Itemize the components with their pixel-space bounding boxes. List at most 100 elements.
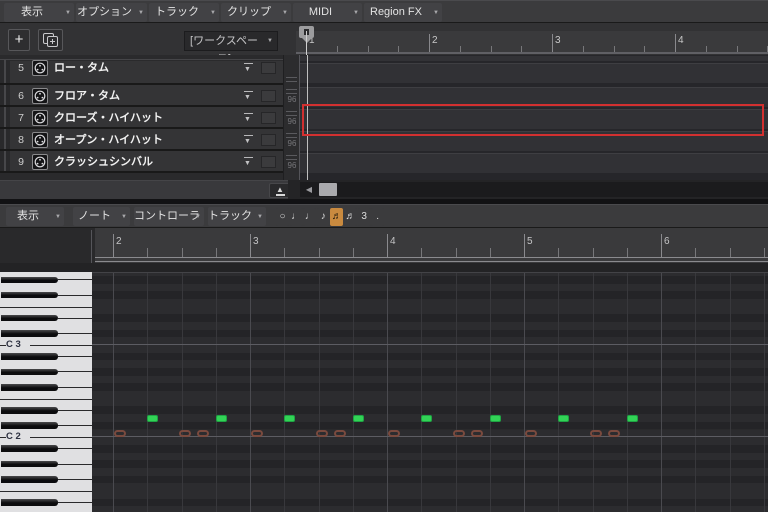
grid-row-stripe	[92, 352, 768, 361]
midi-note[interactable]	[490, 414, 501, 422]
add-track-button[interactable]: +	[8, 29, 30, 51]
menu-item-1[interactable]: 表示 ▼	[4, 3, 74, 22]
workspace-selector[interactable]: [ワークスペース] ▼	[184, 31, 278, 65]
beat-gridline	[147, 272, 149, 512]
timeline-ruler[interactable]: 1234	[296, 31, 768, 54]
track-row-9[interactable]: 9 クラッシュシンバル ▼	[10, 151, 283, 173]
black-key	[1, 353, 58, 360]
hscroll-thumb[interactable]	[319, 183, 337, 196]
beat-tick	[398, 46, 400, 52]
meter-tick	[286, 155, 297, 156]
ghost-midi-note[interactable]	[114, 429, 126, 438]
track-row-8[interactable]: 8 オープン・ハイハット ▼	[10, 129, 283, 151]
track-icon-box	[32, 88, 48, 104]
pr-menu-item-1[interactable]: 表示 ▼	[6, 207, 64, 226]
ghost-midi-note[interactable]	[179, 429, 191, 438]
track-slot[interactable]	[261, 112, 276, 124]
half-note-button[interactable]: ♩	[289, 208, 303, 226]
clip-lane-track-9[interactable]	[300, 153, 768, 173]
meter-value: 96	[287, 161, 297, 170]
quarter-note-button[interactable]: ♩	[303, 208, 317, 226]
menu-item-2[interactable]: オプション ▼	[76, 3, 147, 22]
piano-roll-ruler[interactable]: 2 3 4 5 6	[95, 228, 768, 263]
ghost-midi-note[interactable]	[388, 429, 400, 438]
piano-roll-grid[interactable]	[92, 272, 768, 512]
piano-keyboard[interactable]: C 2 C 3	[0, 272, 92, 512]
track-icon-box	[32, 154, 48, 170]
midi-note[interactable]	[216, 414, 227, 422]
grid-row-stripe	[92, 506, 768, 512]
midi-note[interactable]	[147, 414, 158, 422]
whole-note-button[interactable]: ○	[276, 208, 289, 226]
pr-menu-item-3[interactable]: コントローラ ▼	[134, 207, 204, 226]
track-pane-top-border	[0, 55, 283, 60]
track-row-5[interactable]: 5 ロー・タム ▼	[10, 60, 283, 85]
track-slot[interactable]	[261, 62, 276, 74]
menu-item-3[interactable]: トラック ▼	[149, 3, 219, 22]
ghost-midi-note[interactable]	[608, 429, 620, 438]
sixteenth-note-button[interactable]: ♬	[330, 208, 344, 226]
track-expand-widget[interactable]: ▼	[243, 112, 255, 125]
chevron-down-icon: ▼	[244, 116, 251, 123]
track-slot[interactable]	[261, 90, 276, 102]
ghost-midi-note[interactable]	[453, 429, 465, 438]
track-expand-widget[interactable]: ▼	[243, 90, 255, 103]
clip-lane-track-5[interactable]	[300, 63, 768, 83]
ghost-midi-note[interactable]	[525, 429, 537, 438]
track-row-7[interactable]: 7 クローズ・ハイハット ▼	[10, 107, 283, 129]
pr-menu-item-2[interactable]: ノート ▼	[73, 207, 130, 226]
black-key	[1, 384, 58, 391]
chevron-down-icon: ▼	[282, 10, 288, 16]
beat-gridline	[421, 272, 423, 512]
triplet-button[interactable]: 3	[357, 208, 371, 226]
midi-note[interactable]	[353, 414, 364, 422]
midi-note[interactable]	[421, 414, 432, 422]
grid-row-stripe	[92, 467, 768, 476]
insert-track-template-button[interactable]	[38, 29, 63, 51]
midi-note[interactable]	[558, 414, 569, 422]
measure-number: 6	[664, 236, 670, 247]
thirty-second-note-button[interactable]: ♬	[344, 208, 357, 226]
clips-pane[interactable]	[300, 55, 768, 180]
octave-gridline	[92, 436, 768, 438]
ghost-midi-note[interactable]	[197, 429, 209, 438]
track-name: オープン・ハイハット	[54, 134, 163, 146]
track-row-6[interactable]: 6 フロア・タム ▼	[10, 85, 283, 107]
track-slot[interactable]	[261, 156, 276, 168]
midi-note[interactable]	[284, 414, 295, 422]
ghost-midi-note[interactable]	[251, 429, 263, 438]
chevron-down-icon: ▼	[244, 94, 251, 101]
meter-tick	[286, 133, 297, 134]
piano-roll-menubar: 表示 ▼ ノート ▼ コントローラ ▼ トラック ▼ ○ ♩ ♩ ♪ ♬ ♬ 3.	[0, 204, 768, 228]
track-list-scroll-thumb[interactable]	[4, 59, 6, 171]
track-expand-widget[interactable]: ▼	[243, 62, 255, 75]
track-slot[interactable]	[261, 134, 276, 146]
white-key-separator	[58, 463, 92, 465]
ruler-edge-line	[95, 261, 768, 262]
ghost-midi-note[interactable]	[316, 429, 328, 438]
white-key-separator	[58, 478, 92, 480]
pr-menu-item-4[interactable]: トラック ▼	[208, 207, 266, 226]
grid-row-stripe	[92, 314, 768, 322]
menu-item-4[interactable]: クリップ ▼	[221, 3, 291, 22]
black-key	[1, 460, 58, 468]
track-expand-widget[interactable]: ▼	[243, 134, 255, 147]
track-number: 6	[18, 90, 24, 102]
midi-note[interactable]	[627, 414, 638, 422]
menu-item-6[interactable]: Region FX ▼	[364, 3, 442, 22]
dotted-button[interactable]: .	[371, 208, 385, 226]
track-icon-box	[32, 60, 48, 76]
beat-tick	[644, 46, 646, 52]
playhead-handle-point	[302, 38, 312, 43]
eighth-note-button[interactable]: ♪	[316, 208, 330, 226]
track-expand-widget[interactable]: ▼	[243, 156, 255, 169]
measure-number: 2	[432, 35, 438, 46]
measure-line	[250, 234, 251, 257]
hscroll-track[interactable]	[300, 182, 768, 197]
hscroll-left-arrow[interactable]: ◀	[303, 183, 315, 196]
ghost-midi-note[interactable]	[471, 429, 483, 438]
grid-row-stripe	[92, 490, 768, 499]
menu-item-5[interactable]: MIDI ▼	[293, 3, 362, 22]
ghost-midi-note[interactable]	[334, 429, 346, 438]
ghost-midi-note[interactable]	[590, 429, 602, 438]
